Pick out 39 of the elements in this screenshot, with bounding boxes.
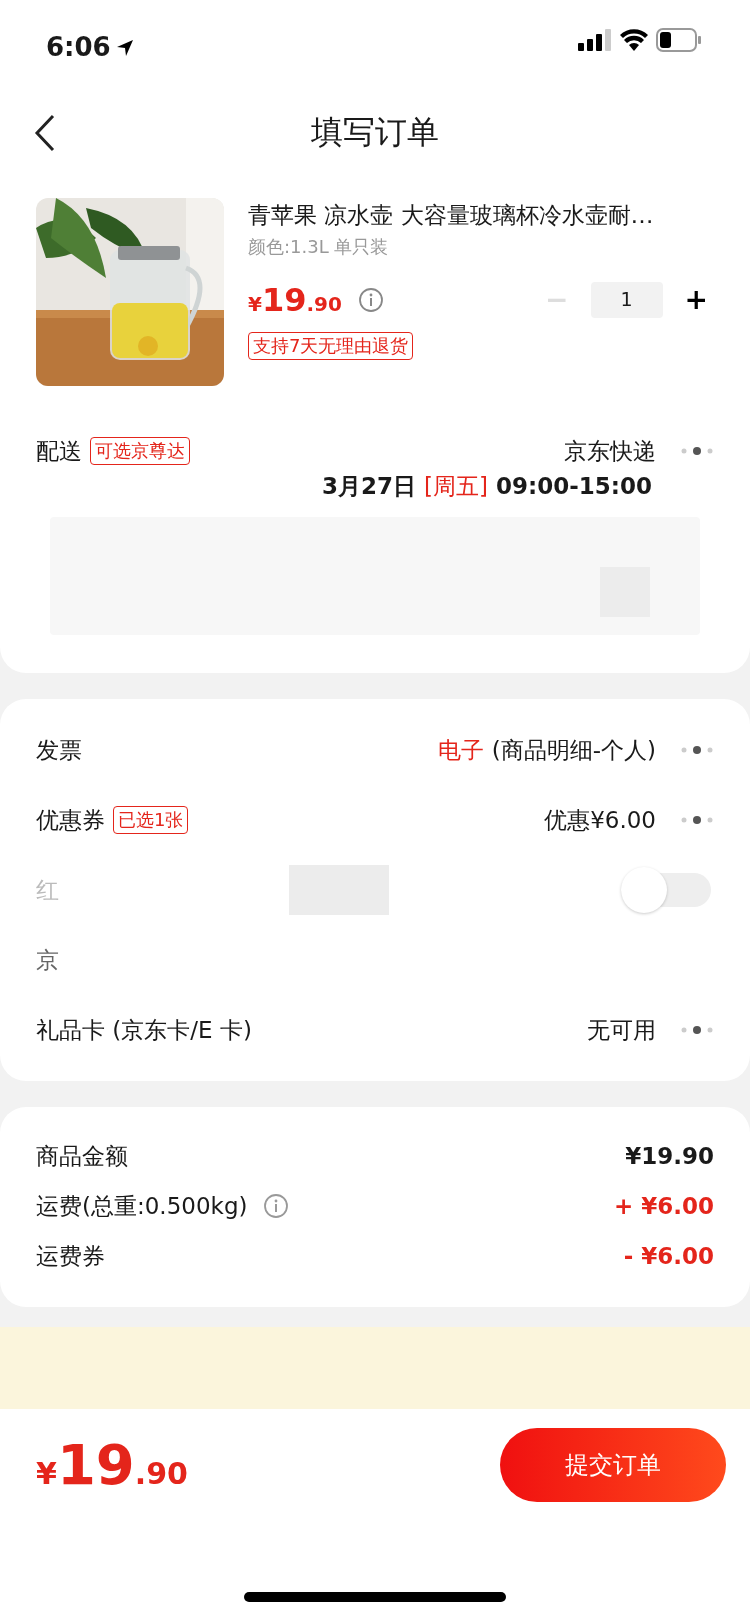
option-label: 优惠券	[36, 805, 105, 835]
option-value[interactable]: 无可用	[587, 1012, 656, 1048]
option-value[interactable]: 优惠¥6.00	[544, 802, 656, 838]
wifi-icon	[620, 29, 648, 51]
more-icon[interactable]	[680, 745, 714, 755]
more-icon[interactable]	[680, 815, 714, 825]
option-label: 红	[36, 875, 59, 905]
option-label: 京	[36, 945, 59, 975]
info-icon[interactable]	[357, 286, 384, 313]
product-title[interactable]: 青苹果 凉水壶 大容量玻璃杯冷水壶耐…	[248, 198, 714, 233]
page-title: 填写订单	[311, 112, 439, 153]
signal-icon	[578, 29, 612, 51]
delivery-label: 配送	[36, 437, 82, 466]
summary-label: 商品金额	[36, 1141, 128, 1171]
quantity-field[interactable]: 1	[590, 281, 663, 318]
product-price: ¥19.90	[248, 279, 342, 321]
option-value[interactable]: 电子 (商品明细-个人)	[438, 732, 656, 768]
battery-icon	[656, 28, 702, 52]
status-time: 6:06	[46, 31, 111, 64]
total-price: ¥19.90	[36, 1431, 188, 1499]
option-label: 发票	[36, 735, 82, 765]
summary-value: - ¥6.00	[623, 1241, 714, 1271]
summary-value: ¥19.90	[625, 1141, 714, 1171]
increase-button[interactable]: +	[678, 278, 714, 321]
more-icon[interactable]	[680, 1025, 714, 1035]
product-spec: 颜色:1.3L 单只装	[248, 234, 390, 259]
delivery-time: 3月27日 [周五] 09:00-15:00	[322, 471, 652, 501]
submit-button[interactable]: 提交订单	[500, 1428, 726, 1502]
summary-value: + ¥6.00	[613, 1191, 714, 1221]
summary-label: 运费券	[36, 1241, 105, 1271]
summary-label: 运费(总重:0.500kg)	[36, 1191, 248, 1221]
return-policy-tag: 支持7天无理由退货	[248, 331, 414, 360]
back-icon[interactable]	[34, 114, 56, 152]
coupon-tag: 已选1张	[113, 806, 189, 834]
delivery-tag[interactable]: 可选京尊达	[90, 437, 190, 466]
carrier-text[interactable]: 京东快递	[564, 434, 656, 469]
more-icon[interactable]	[680, 446, 714, 457]
option-label: 礼品卡 (京东卡/E 卡)	[36, 1015, 252, 1045]
info-icon[interactable]	[263, 1193, 290, 1219]
